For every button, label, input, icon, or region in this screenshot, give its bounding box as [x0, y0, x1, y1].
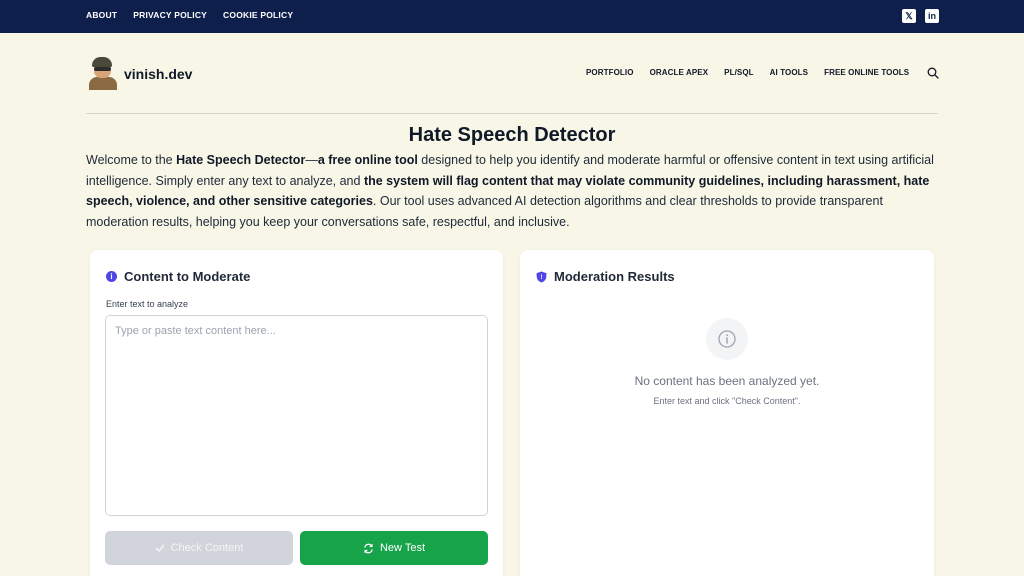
empty-state-title: No content has been analyzed yet.: [634, 374, 820, 388]
empty-state-subtitle: Enter text and click "Check Content".: [653, 396, 801, 406]
intro-bold: Hate Speech Detector: [176, 153, 306, 167]
page-title: Hate Speech Detector: [408, 124, 616, 146]
top-nav-cookie-link[interactable]: COOKIE POLICY: [223, 10, 293, 20]
new-test-label: New Test: [379, 542, 426, 554]
top-nav: ABOUT PRIVACY POLICY COOKIE POLICY: [86, 10, 293, 20]
header-divider: [86, 113, 938, 114]
site-logo[interactable]: vinish.dev: [88, 57, 192, 90]
content-card: i Content to Moderate Enter text to anal…: [90, 250, 503, 576]
intro-text: Welcome to the: [86, 153, 177, 167]
info-circle-icon: [718, 330, 736, 348]
shield-icon: !: [536, 271, 547, 282]
brand-name: vinish.dev: [124, 65, 193, 82]
info-icon: i: [106, 271, 117, 282]
content-card-title: i Content to Moderate: [106, 269, 250, 284]
results-card-title: ! Moderation Results: [536, 269, 675, 284]
refresh-icon: [364, 543, 373, 553]
nav-ai-tools[interactable]: AI TOOLS: [770, 68, 808, 77]
content-card-title-text: Content to Moderate: [124, 269, 251, 284]
empty-state-icon: [706, 318, 748, 360]
intro-text: —: [305, 153, 318, 167]
text-input-label: Enter text to analyze: [106, 299, 189, 309]
linkedin-icon[interactable]: in: [925, 9, 939, 23]
top-nav-about-link[interactable]: ABOUT: [86, 10, 117, 20]
social-links: 𝕏 in: [902, 9, 939, 23]
intro-paragraph: Welcome to the Hate Speech Detector—a fr…: [86, 150, 936, 232]
x-twitter-icon[interactable]: 𝕏: [902, 9, 916, 23]
nav-free-online-tools[interactable]: FREE ONLINE TOOLS: [824, 68, 909, 77]
nav-oracle-apex[interactable]: ORACLE APEX: [650, 68, 709, 77]
results-card: ! Moderation Results No content has been…: [520, 250, 934, 576]
top-nav-privacy-link[interactable]: PRIVACY POLICY: [133, 10, 207, 20]
content-textarea[interactable]: [105, 315, 488, 516]
results-card-title-text: Moderation Results: [554, 269, 675, 284]
main-nav: PORTFOLIO ORACLE APEX PL/SQL AI TOOLS FR…: [586, 68, 909, 77]
svg-text:!: !: [541, 275, 543, 281]
top-bar: ABOUT PRIVACY POLICY COOKIE POLICY 𝕏 in: [0, 0, 1024, 33]
intro-bold: a free online tool: [317, 153, 418, 167]
check-icon: [155, 544, 165, 552]
search-icon[interactable]: [927, 67, 939, 79]
check-content-label: Check Content: [170, 542, 244, 554]
nav-portfolio[interactable]: PORTFOLIO: [586, 68, 634, 77]
new-test-button[interactable]: New Test: [300, 531, 488, 565]
nav-plsql[interactable]: PL/SQL: [724, 68, 754, 77]
avatar: [88, 57, 118, 90]
check-content-button[interactable]: Check Content: [105, 531, 293, 565]
